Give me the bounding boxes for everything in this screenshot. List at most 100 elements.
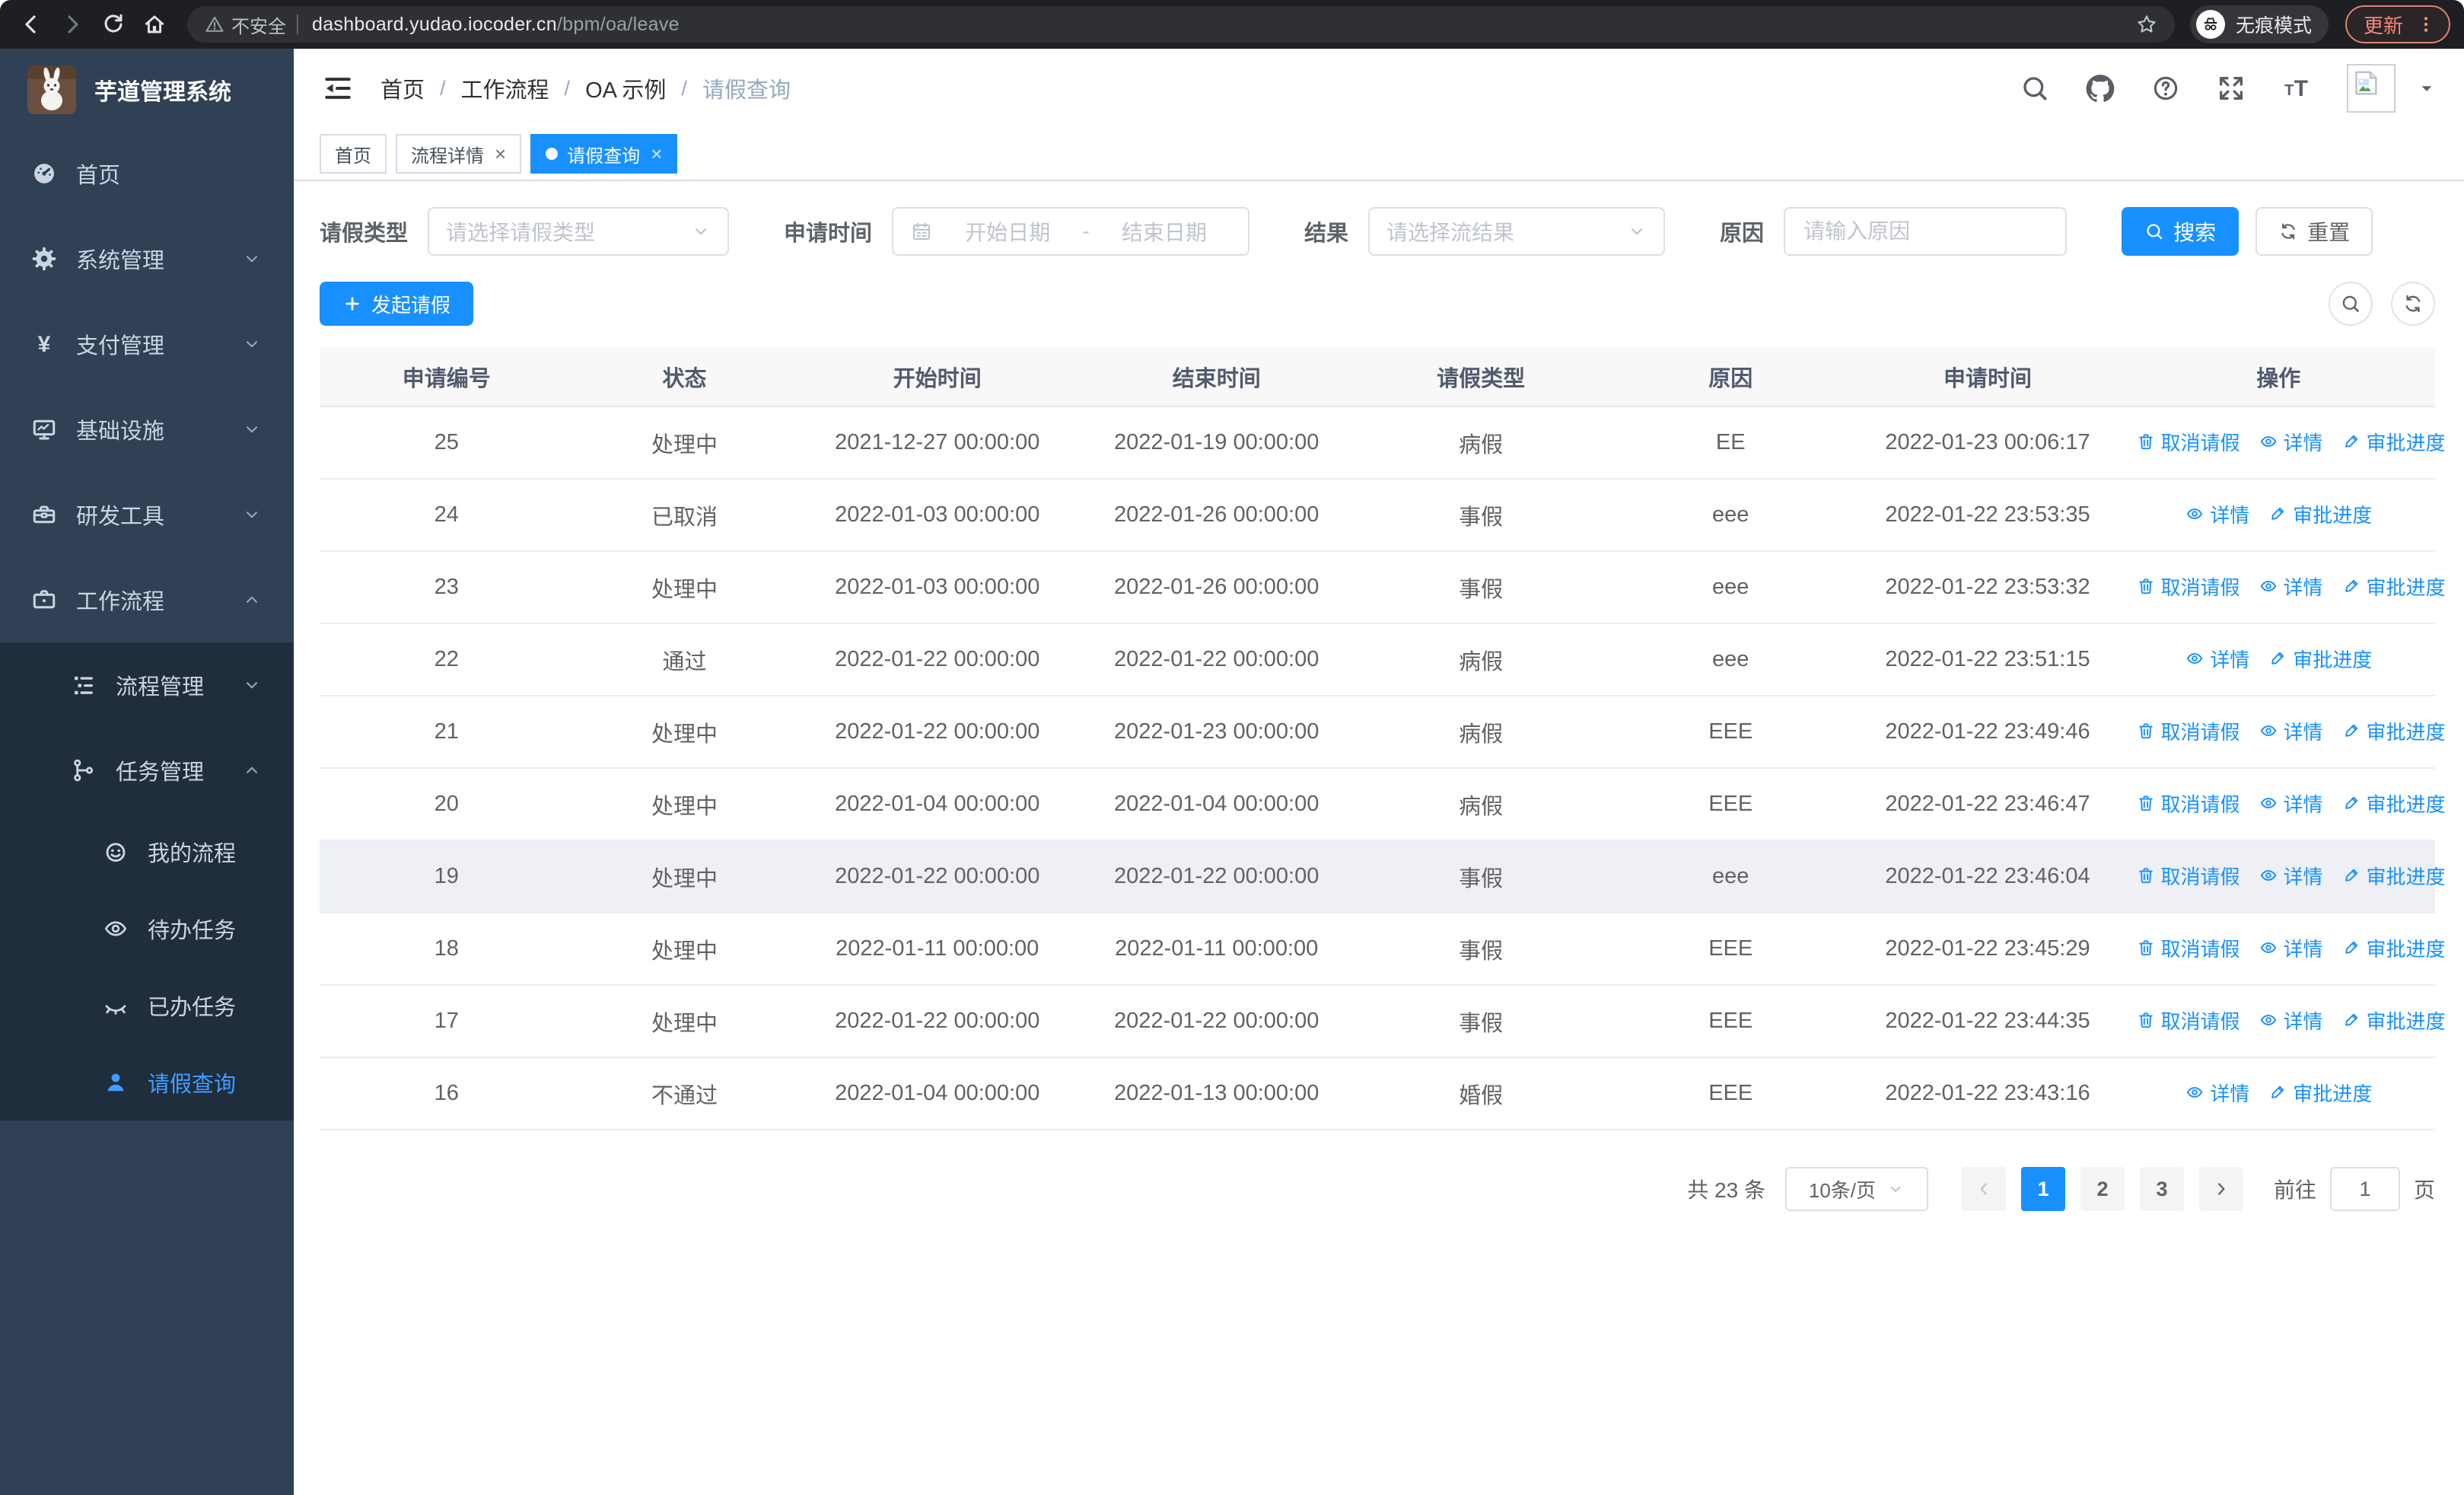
- back-icon: [19, 12, 43, 37]
- action-progress-link[interactable]: 审批进度: [2341, 717, 2446, 745]
- page-size-select[interactable]: 10条/页: [1784, 1167, 1928, 1211]
- app-logo[interactable]: 芋道管理系统: [0, 49, 294, 131]
- table-refresh-button[interactable]: [2391, 282, 2435, 326]
- leave-type-select[interactable]: 请选择请假类型: [428, 207, 730, 256]
- bookmark-star-icon[interactable]: [2135, 13, 2158, 36]
- goto-page-input[interactable]: [2329, 1167, 2400, 1211]
- prev-page-button[interactable]: [1961, 1167, 2006, 1211]
- action-detail-link[interactable]: 详情: [2185, 500, 2249, 528]
- table-cell: 2022-01-13 00:00:00: [1079, 1057, 1355, 1130]
- eye-icon: [2259, 432, 2278, 451]
- action-progress-link[interactable]: 审批进度: [2341, 862, 2446, 890]
- fullscreen-icon[interactable]: [2216, 73, 2246, 104]
- sidebar-item-monitor[interactable]: 基础设施: [0, 387, 294, 472]
- table-cell: 2022-01-22 23:49:46: [1853, 696, 2122, 769]
- action-cancel-link[interactable]: 取消请假: [2136, 934, 2240, 962]
- trash-icon: [2136, 793, 2156, 813]
- sidebar-item-gear[interactable]: 系统管理: [0, 216, 294, 301]
- sidebar-item-list[interactable]: 流程管理: [0, 642, 294, 728]
- tag-首页[interactable]: 首页: [320, 134, 387, 174]
- page-button-2[interactable]: 2: [2080, 1167, 2125, 1211]
- avatar-caret-icon[interactable]: [2417, 78, 2437, 98]
- action-progress-link[interactable]: 审批进度: [2268, 1079, 2372, 1107]
- close-icon[interactable]: ×: [495, 144, 506, 164]
- browser-address-bar[interactable]: 不安全 dashboard.yudao.iocoder.cn/bpm/oa/le…: [187, 6, 2175, 43]
- browser-home-button[interactable]: [137, 7, 172, 42]
- sidebar-item-eye-closed[interactable]: 已办任务: [0, 967, 294, 1044]
- action-cancel-link[interactable]: 取消请假: [2136, 789, 2240, 818]
- action-progress-link[interactable]: 审批进度: [2341, 428, 2446, 456]
- action-cancel-link[interactable]: 取消请假: [2136, 572, 2240, 601]
- browser-update-button[interactable]: 更新: [2345, 5, 2450, 43]
- table-cell: 2022-01-22 23:44:35: [1853, 985, 2122, 1058]
- table-search-toggle-button[interactable]: [2329, 282, 2373, 326]
- update-label: 更新: [2363, 14, 2403, 37]
- next-page-button[interactable]: [2198, 1167, 2243, 1211]
- table-cell: EEE: [1607, 1057, 1854, 1130]
- sidebar-item-eye[interactable]: 待办任务: [0, 890, 294, 967]
- apply-time-range-picker[interactable]: 开始日期 - 结束日期: [892, 207, 1250, 256]
- action-progress-link[interactable]: 审批进度: [2341, 934, 2446, 962]
- sidebar-item-briefcase[interactable]: 工作流程: [0, 557, 294, 642]
- sidebar-item-robot[interactable]: 我的流程: [0, 813, 294, 890]
- breadcrumb-item[interactable]: 首页: [380, 72, 425, 104]
- reset-button[interactable]: 重置: [2255, 207, 2373, 256]
- action-progress-link[interactable]: 审批进度: [2268, 500, 2372, 528]
- sidebar-item-yen[interactable]: ¥ 支付管理: [0, 301, 294, 387]
- eye-icon: [2259, 576, 2278, 596]
- search-icon[interactable]: [2020, 73, 2050, 104]
- browser-forward-button[interactable]: [55, 7, 90, 42]
- not-secure-label[interactable]: 不安全: [231, 11, 286, 38]
- trash-icon: [2136, 938, 2156, 958]
- breadcrumb-separator: /: [440, 76, 446, 100]
- action-cancel-link[interactable]: 取消请假: [2136, 428, 2240, 456]
- reason-label: 原因: [1720, 222, 1765, 246]
- action-detail-link[interactable]: 详情: [2259, 572, 2323, 601]
- action-detail-link[interactable]: 详情: [2259, 934, 2323, 962]
- url-text: dashboard.yudao.iocoder.cn/bpm/oa/leave: [312, 13, 680, 35]
- action-cancel-link[interactable]: 取消请假: [2136, 1006, 2240, 1034]
- action-detail-link[interactable]: 详情: [2259, 428, 2323, 456]
- close-icon[interactable]: ×: [651, 144, 662, 164]
- search-button[interactable]: 搜索: [2122, 207, 2240, 256]
- tag-流程详情[interactable]: 流程详情 ×: [396, 134, 522, 174]
- page-button-1[interactable]: 1: [2020, 1167, 2065, 1211]
- action-detail-link[interactable]: 详情: [2259, 717, 2323, 745]
- trash-icon: [2136, 1010, 2156, 1030]
- action-detail-link[interactable]: 详情: [2185, 1079, 2249, 1107]
- sidebar-item-dashboard[interactable]: 首页: [0, 131, 294, 216]
- sidebar-item-label: 支付管理: [76, 334, 165, 359]
- breadcrumb-item[interactable]: 工作流程: [461, 72, 549, 104]
- font-size-icon[interactable]: TT: [2281, 73, 2312, 104]
- github-icon[interactable]: [2085, 73, 2115, 104]
- help-icon[interactable]: [2150, 73, 2181, 104]
- tag-请假查询[interactable]: 请假查询 ×: [530, 134, 678, 174]
- action-detail-link[interactable]: 详情: [2259, 789, 2323, 818]
- browser-menu-icon[interactable]: [2415, 14, 2437, 35]
- action-progress-link[interactable]: 审批进度: [2341, 789, 2446, 818]
- action-detail-link[interactable]: 详情: [2259, 1006, 2323, 1034]
- action-cancel-link[interactable]: 取消请假: [2136, 862, 2240, 890]
- browser-reload-button[interactable]: [96, 7, 131, 42]
- sidebar-item-tree[interactable]: 任务管理: [0, 728, 294, 813]
- table-cell: 处理中: [573, 768, 796, 841]
- avatar[interactable]: [2347, 64, 2396, 113]
- action-progress-link[interactable]: 审批进度: [2268, 645, 2372, 673]
- browser-back-button[interactable]: [14, 7, 49, 42]
- table-row: 16 不通过 2022-01-04 00:00:00 2022-01-13 00:00…: [320, 1057, 2435, 1130]
- action-progress-link[interactable]: 审批进度: [2341, 1006, 2446, 1034]
- column-header: 申请编号: [320, 347, 574, 407]
- create-leave-button[interactable]: 发起请假: [320, 282, 474, 326]
- sidebar-collapse-icon[interactable]: [321, 72, 355, 105]
- sidebar-item-toolbox[interactable]: 研发工具: [0, 472, 294, 557]
- page-button-3[interactable]: 3: [2139, 1167, 2184, 1211]
- action-progress-link[interactable]: 审批进度: [2341, 572, 2446, 601]
- action-cancel-link[interactable]: 取消请假: [2136, 717, 2240, 745]
- sidebar-item-user[interactable]: 请假查询: [0, 1044, 294, 1120]
- action-detail-link[interactable]: 详情: [2185, 645, 2249, 673]
- breadcrumb-item[interactable]: OA 示例: [585, 72, 666, 104]
- reason-input[interactable]: [1784, 207, 2068, 256]
- action-detail-link[interactable]: 详情: [2259, 862, 2323, 890]
- table-row: 24 已取消 2022-01-03 00:00:00 2022-01-26 00:00…: [320, 479, 2435, 552]
- result-select[interactable]: 请选择流结果: [1368, 207, 1666, 256]
